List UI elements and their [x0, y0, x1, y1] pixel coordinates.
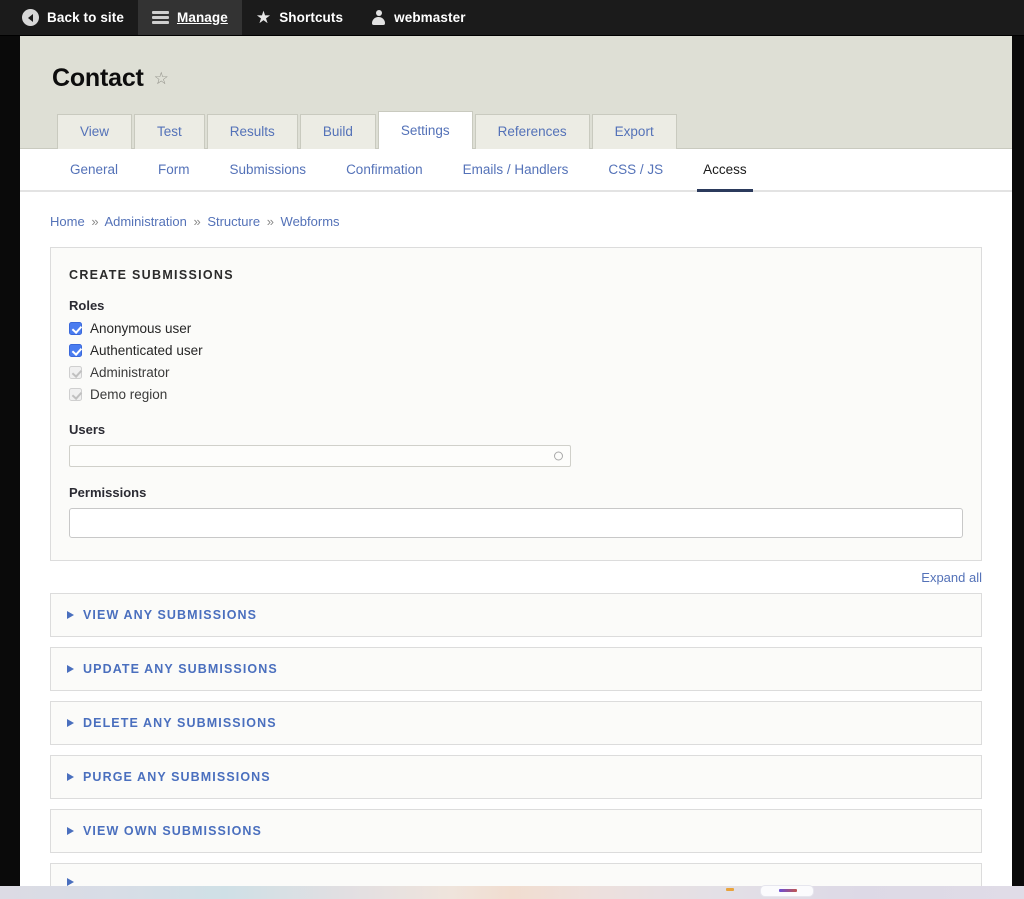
tab-references[interactable]: References [474, 114, 590, 149]
users-field-wrapper [69, 444, 571, 467]
permissions-input[interactable] [69, 507, 963, 538]
subtab-css-js[interactable]: CSS / JS [588, 149, 683, 190]
breadcrumb-structure[interactable]: Structure [207, 214, 260, 229]
checkbox-icon-disabled [69, 387, 82, 401]
toolbar-back-to-site-label: Back to site [47, 9, 124, 25]
admin-toolbar: Back to site Manage ★ Shortcuts webmaste… [0, 0, 1024, 36]
breadcrumb-separator: » [91, 213, 99, 229]
page-title-row: Contact ☆ [20, 64, 1012, 111]
checkbox-icon[interactable] [69, 321, 82, 335]
role-checkbox-anonymous-user[interactable]: Anonymous user [69, 321, 963, 336]
create-submissions-card: Create submissions Roles Anonymous user … [50, 246, 982, 561]
triangle-right-icon [67, 877, 74, 886]
breadcrumb-webforms[interactable]: Webforms [281, 214, 340, 229]
role-label: Administrator [90, 364, 170, 380]
details-view-any-submissions[interactable]: View any submissions [50, 592, 982, 637]
main-content: Create submissions Roles Anonymous user … [20, 229, 1012, 886]
toolbar-shortcuts-label: Shortcuts [279, 9, 344, 25]
hamburger-icon [151, 11, 169, 24]
triangle-right-icon [67, 610, 74, 619]
role-label: Demo region [90, 386, 168, 402]
tab-results[interactable]: Results [206, 114, 298, 149]
tab-test[interactable]: Test [134, 114, 205, 149]
checkbox-icon-disabled [69, 365, 82, 379]
details-summary[interactable]: View own submissions [51, 810, 981, 852]
toolbar-back-to-site[interactable]: Back to site [0, 0, 138, 35]
details-label: Purge any submissions [83, 769, 271, 784]
details-label: Delete any submissions [83, 715, 277, 730]
subtab-emails-handlers[interactable]: Emails / Handlers [443, 149, 589, 190]
details-label: View any submissions [83, 607, 258, 622]
breadcrumb-home[interactable]: Home [50, 214, 85, 229]
tab-settings[interactable]: Settings [377, 111, 473, 149]
create-submissions-legend: Create submissions [69, 267, 234, 282]
roles-checkbox-group: Anonymous user Authenticated user Admini… [69, 321, 963, 402]
person-icon [371, 10, 386, 25]
role-checkbox-demo-region: Demo region [69, 387, 963, 402]
details-summary[interactable]: Delete any submissions [51, 702, 981, 744]
star-outline-icon[interactable]: ☆ [154, 70, 169, 87]
details-purge-any-submissions[interactable]: Purge any submissions [50, 754, 982, 799]
details-label: Update any submissions [83, 661, 278, 676]
breadcrumb-separator: » [193, 213, 201, 229]
subtab-submissions[interactable]: Submissions [210, 149, 327, 190]
toolbar-manage[interactable]: Manage [137, 0, 242, 35]
subtab-confirmation[interactable]: Confirmation [326, 149, 443, 190]
details-summary[interactable] [51, 864, 981, 886]
triangle-right-icon [67, 772, 74, 781]
details-summary[interactable]: Purge any submissions [51, 756, 981, 798]
secondary-tabs: General Form Submissions Confirmation Em… [20, 148, 1012, 192]
details-update-any-submissions[interactable]: Update any submissions [50, 646, 982, 691]
triangle-right-icon [67, 826, 74, 835]
dock-app-icon[interactable] [760, 885, 814, 897]
toolbar-manage-label: Manage [176, 9, 228, 25]
expand-all-link[interactable]: Expand all [921, 570, 982, 585]
details-summary[interactable]: View any submissions [51, 594, 981, 636]
details-view-own-submissions[interactable]: View own submissions [50, 808, 982, 853]
toolbar-shortcuts[interactable]: ★ Shortcuts [242, 0, 357, 35]
screen: Back to site Manage ★ Shortcuts webmaste… [0, 0, 1024, 899]
details-label: View own submissions [83, 823, 262, 838]
role-checkbox-administrator: Administrator [69, 365, 963, 380]
breadcrumb: Home » Administration » Structure » Webf… [20, 192, 1012, 229]
permissions-label: Permissions [69, 484, 147, 500]
breadcrumb-separator: » [266, 213, 274, 229]
autocomplete-throbber-icon [554, 451, 563, 461]
roles-label: Roles [69, 297, 105, 313]
page-container: Contact ☆ View Test Results Build Settin… [20, 36, 1012, 886]
subtab-form[interactable]: Form [138, 149, 210, 190]
page-header: Contact ☆ View Test Results Build Settin… [20, 36, 1012, 149]
tab-export[interactable]: Export [591, 114, 677, 149]
role-label: Anonymous user [90, 320, 192, 336]
role-checkbox-authenticated-user[interactable]: Authenticated user [69, 343, 963, 358]
details-next-partial[interactable] [50, 862, 982, 886]
expand-all-row: Expand all [50, 561, 982, 593]
tab-build[interactable]: Build [299, 114, 376, 149]
breadcrumb-administration[interactable]: Administration [104, 214, 186, 229]
users-input[interactable] [69, 444, 571, 467]
toolbar-account[interactable]: webmaster [357, 0, 479, 35]
page-title: Contact [52, 64, 144, 92]
users-label: Users [69, 421, 106, 437]
details-delete-any-submissions[interactable]: Delete any submissions [50, 700, 982, 745]
back-circle-icon [22, 9, 39, 26]
toolbar-account-label: webmaster [394, 9, 466, 25]
star-icon: ★ [255, 8, 272, 27]
details-summary[interactable]: Update any submissions [51, 648, 981, 690]
primary-tabs: View Test Results Build Settings Referen… [20, 111, 1012, 149]
tab-view[interactable]: View [57, 114, 133, 149]
subtab-general[interactable]: General [50, 149, 138, 190]
desktop-dock-strip [0, 885, 1024, 899]
role-label: Authenticated user [90, 342, 203, 358]
checkbox-icon[interactable] [69, 343, 82, 357]
triangle-right-icon [67, 664, 74, 673]
triangle-right-icon [67, 718, 74, 727]
dock-indicator-icon [726, 888, 734, 891]
subtab-access[interactable]: Access [683, 149, 767, 192]
